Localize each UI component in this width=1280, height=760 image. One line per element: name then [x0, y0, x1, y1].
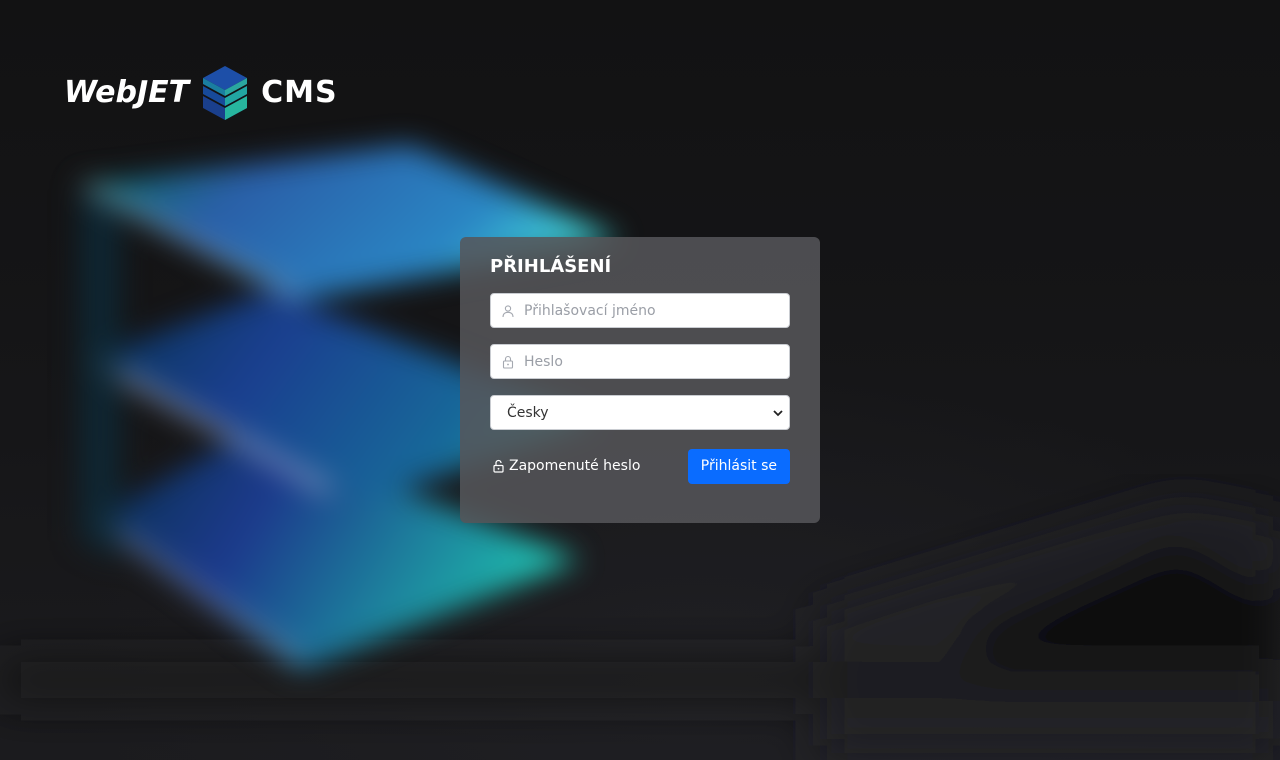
login-panel: PŘIHLÁŠENÍ Česky	[460, 237, 820, 523]
forgot-password-label: Zapomenuté heslo	[509, 458, 641, 474]
logo-text-webjet: WebJET	[64, 75, 190, 110]
lock-open-icon	[493, 459, 504, 473]
webjet-cms-logo: WebJET CMS	[64, 64, 338, 122]
language-selected-value: Česky	[507, 404, 549, 421]
language-select[interactable]: Česky	[490, 395, 790, 430]
login-page: WebJET CMS PŘIHLÁŠENÍ Přihlašovací jméno…	[0, 0, 1280, 760]
login-button[interactable]: Přihlásit se	[687, 448, 790, 484]
forgot-password-link[interactable]: Zapomenuté heslo	[490, 458, 640, 474]
logo-text-cms: CMS	[261, 75, 338, 110]
login-actions: Zapomenuté heslo Přihlásit se	[490, 448, 790, 484]
chevron-down-icon	[773, 410, 783, 417]
password-input[interactable]	[491, 345, 789, 378]
webjet-cube-logo-icon	[203, 66, 248, 120]
login-title: PŘIHLÁŠENÍ	[490, 256, 612, 277]
username-input[interactable]	[491, 294, 789, 327]
password-field	[490, 344, 790, 379]
username-field	[490, 293, 790, 328]
